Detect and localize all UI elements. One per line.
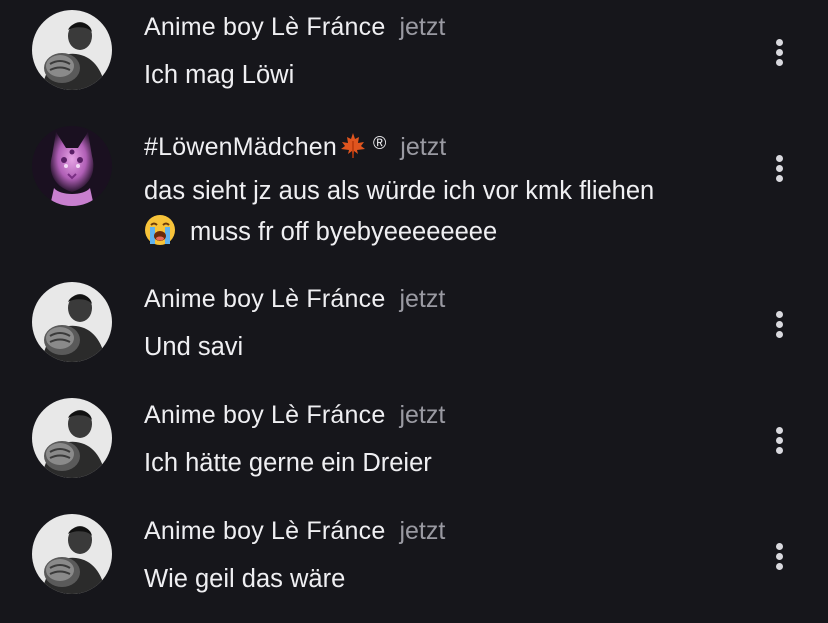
username[interactable]: Anime boy Lè Fránce: [144, 401, 385, 429]
avatar[interactable]: [32, 282, 112, 362]
username[interactable]: Anime boy Lè Fránce: [144, 13, 385, 41]
crying-face-icon: [144, 214, 176, 259]
registered-badge: ®: [373, 133, 387, 153]
more-options-icon[interactable]: [768, 309, 792, 341]
boxer-avatar-image: [32, 398, 112, 478]
comment-text-line: muss fr off byebyeeeeeeee: [144, 212, 754, 259]
comment-header: Anime boy Lè Fránce jetzt: [144, 284, 445, 314]
comment-text-line: das sieht jz aus als würde ich vor kmk f…: [144, 177, 655, 205]
maple-leaf-icon: [339, 131, 367, 166]
pink-cat-avatar-image: [32, 126, 112, 206]
comment-item: Anime boy Lè Fránce jetzt Ich mag Löwi: [0, 0, 828, 116]
username[interactable]: Anime boy Lè Fránce: [144, 285, 385, 313]
more-options-icon[interactable]: [768, 37, 792, 69]
timestamp: jetzt: [399, 285, 446, 313]
avatar[interactable]: [32, 126, 112, 206]
comment-item: Anime boy Lè Fránce jetzt Ich hätte gerne…: [0, 388, 828, 504]
more-options-icon[interactable]: [768, 425, 792, 457]
comment-list: Anime boy Lè Fránce jetzt Ich mag Löwi #…: [0, 0, 828, 623]
avatar[interactable]: [32, 514, 112, 594]
comment-header: Anime boy Lè Fránce jetzt: [144, 400, 445, 430]
comment-text-fragment: muss fr off byebyeeeeeeee: [190, 218, 498, 246]
comment-item: Anime boy Lè Fránce jetzt Wie geil das wä…: [0, 504, 828, 623]
comment-text: das sieht jz aus als würde ich vor kmk f…: [144, 171, 754, 259]
avatar[interactable]: [32, 10, 112, 90]
comment-text: Und savi: [144, 333, 244, 361]
comment-header: Anime boy Lè Fránce jetzt: [144, 516, 445, 546]
boxer-avatar-image: [32, 10, 112, 90]
comment-item: #LöwenMädchen ® jetzt das sieht jz aus als…: [0, 116, 828, 272]
username[interactable]: Anime boy Lè Fránce: [144, 517, 385, 545]
timestamp: jetzt: [399, 517, 446, 545]
comment-header: #LöwenMädchen ® jetzt: [144, 128, 446, 166]
boxer-avatar-image: [32, 282, 112, 362]
comment-text: Ich hätte gerne ein Dreier: [144, 449, 432, 477]
avatar[interactable]: [32, 398, 112, 478]
timestamp: jetzt: [399, 401, 446, 429]
timestamp: jetzt: [399, 13, 446, 41]
comment-text: Ich mag Löwi: [144, 61, 295, 89]
timestamp: jetzt: [400, 133, 447, 161]
comment-item: Anime boy Lè Fránce jetzt Und savi: [0, 272, 828, 388]
more-options-icon[interactable]: [768, 541, 792, 573]
boxer-avatar-image: [32, 514, 112, 594]
more-options-icon[interactable]: [768, 153, 792, 185]
comment-header: Anime boy Lè Fránce jetzt: [144, 12, 445, 42]
username[interactable]: #LöwenMädchen: [144, 133, 337, 161]
comment-text: Wie geil das wäre: [144, 565, 346, 593]
